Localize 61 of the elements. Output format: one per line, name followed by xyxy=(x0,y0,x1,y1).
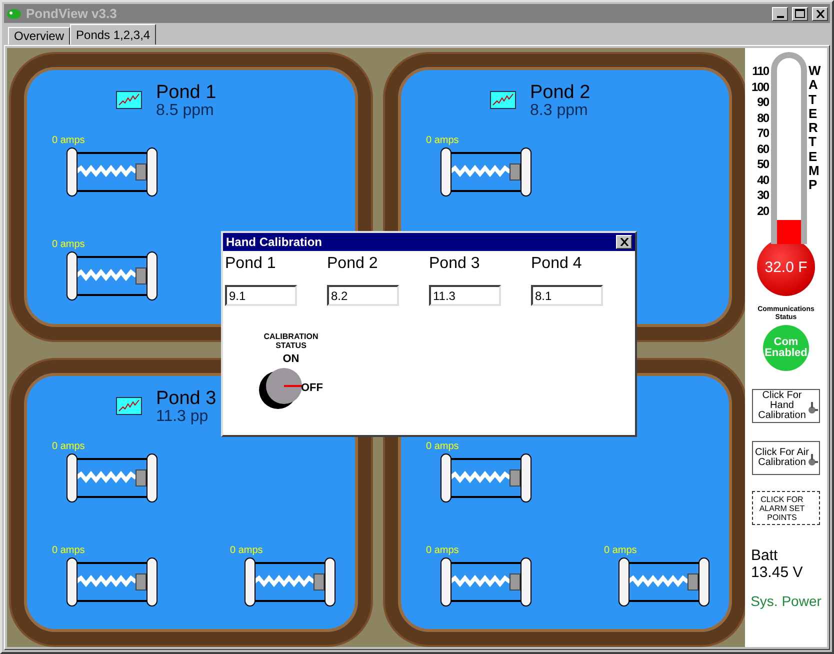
calibration-button[interactable]: Click For Air Calibration xyxy=(752,441,820,475)
dialog-title: Hand Calibration xyxy=(226,235,322,249)
scale-label: 90 xyxy=(757,95,768,110)
scale-label: 60 xyxy=(757,142,768,157)
off-label: OFF xyxy=(301,382,323,394)
scale-label: 30 xyxy=(757,188,768,204)
chart-icon[interactable] xyxy=(116,91,142,109)
field-label: Pond 2 xyxy=(327,255,379,273)
amps-reading: 0 amps xyxy=(604,544,637,556)
scale-label: 40 xyxy=(757,172,768,188)
amps-reading: 0 amps xyxy=(52,135,85,147)
amps-reading: 0 amps xyxy=(52,239,85,251)
thermometer-label: WATER TEMP xyxy=(808,62,822,194)
amps-reading: 0 amps xyxy=(230,544,263,556)
pond-reading: 11.3 pp xyxy=(156,408,210,424)
close-icon xyxy=(620,238,628,246)
field-label: Pond 4 xyxy=(531,255,583,273)
input-field[interactable]: 11.3 xyxy=(429,285,501,306)
maximize-icon xyxy=(795,9,805,18)
scale-label: 110 xyxy=(752,64,768,80)
amps-reading: 0 amps xyxy=(426,440,459,452)
alarm-button[interactable]: CLICK FOR ALARM SET POINTS xyxy=(752,491,820,525)
knob-icon xyxy=(808,402,818,414)
scale-label: 70 xyxy=(757,126,768,142)
amps-reading: 0 amps xyxy=(52,544,85,556)
field-label: Pond 1 xyxy=(225,255,277,273)
on-label: ON xyxy=(282,353,300,365)
close-button[interactable] xyxy=(616,235,632,249)
maximize-button[interactable] xyxy=(792,6,808,20)
power-label: Sys. Power xyxy=(750,593,822,609)
scale-label: 50 xyxy=(757,157,768,172)
close-button[interactable] xyxy=(812,6,828,20)
scale-label: 100 xyxy=(751,80,768,95)
pond-reading: 8.3 ppm xyxy=(530,102,589,119)
pond-title: Pond 3 xyxy=(156,388,216,408)
amps-reading: 0 amps xyxy=(52,440,85,452)
pond-title: Pond 2 xyxy=(530,83,590,102)
communications-status: Com Enabled xyxy=(763,325,809,371)
amps-reading: 0 amps xyxy=(426,135,459,147)
battery-label: Batt xyxy=(750,547,778,564)
battery-voltage: 13.45 V xyxy=(750,564,803,581)
knob-icon xyxy=(808,454,818,466)
pond-title: Pond 1 xyxy=(156,83,216,102)
chart-icon[interactable] xyxy=(116,396,142,414)
tab[interactable]: Ponds 1,2,3,4 xyxy=(70,24,156,45)
amps-reading: 0 amps xyxy=(426,544,459,556)
scale-label: 80 xyxy=(757,110,768,126)
input-field[interactable]: 8.1 xyxy=(531,285,603,306)
tab[interactable]: Overview xyxy=(8,27,70,45)
minimize-button[interactable] xyxy=(772,6,788,20)
calibration-button[interactable]: Click For Hand Calibration xyxy=(752,389,820,423)
minimize-icon xyxy=(776,16,784,18)
input-field[interactable]: 8.2 xyxy=(327,285,399,306)
window-title: PondView v3.3 xyxy=(26,6,118,21)
scale-label: 20 xyxy=(757,204,768,219)
calibration-label: CALIBRATION STATUS xyxy=(262,332,320,350)
close-icon xyxy=(816,10,824,18)
pond-reading: 8.5 ppm xyxy=(156,102,215,119)
chart-icon[interactable] xyxy=(490,91,516,109)
input-field[interactable]: 9.1 xyxy=(225,285,297,306)
field-label: Pond 3 xyxy=(429,255,481,273)
